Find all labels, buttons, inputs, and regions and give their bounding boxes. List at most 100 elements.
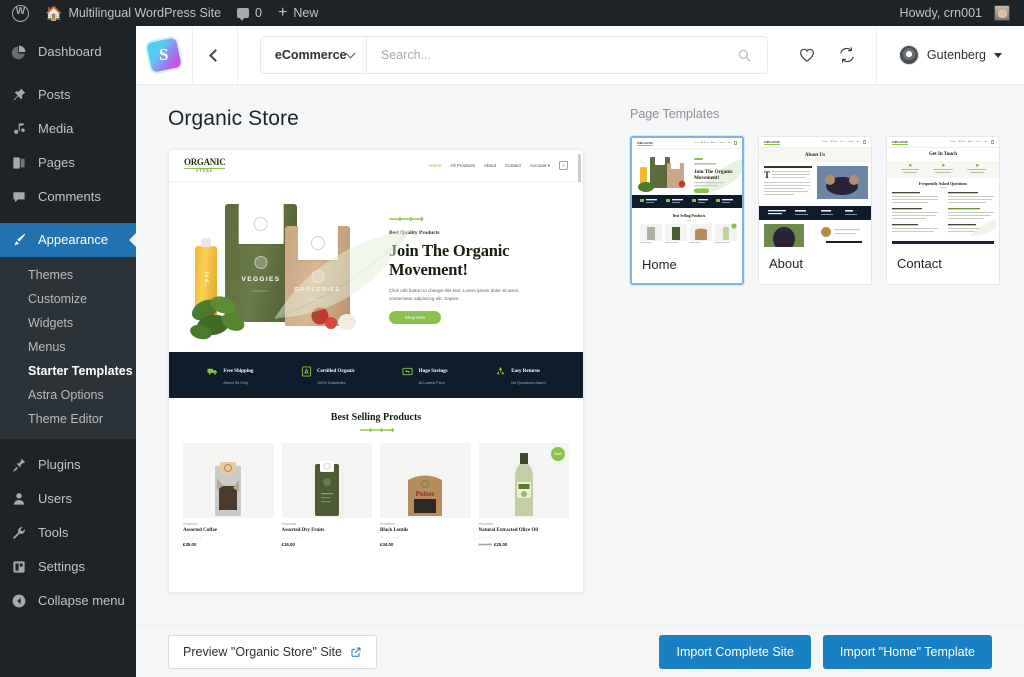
st-footer-bar: Preview "Organic Store" Site Import Comp… [136, 625, 1024, 677]
thumb-about-title: About Us [759, 148, 871, 162]
favorites-button[interactable] [798, 46, 816, 64]
thumb-header: ORGANIC Home All Prod About Contact Acc [759, 137, 871, 148]
plug-icon [9, 456, 29, 474]
sidebar-label: Plugins [38, 457, 81, 473]
sidebar-item-dashboard[interactable]: Dashboard [0, 35, 136, 69]
arrow-accent-icon: ⟶⟶⟶ [359, 425, 395, 435]
truck-icon [206, 366, 218, 378]
cart-icon: 0 [559, 161, 568, 170]
thumb-stats [768, 210, 857, 215]
search-input[interactable] [366, 48, 723, 62]
products-title: Best Selling Products [330, 412, 422, 423]
feature-title: Certified Organic [317, 369, 355, 374]
page-templates-grid: ORGANIC HomeAll ProdAboutContactAcc [630, 136, 1024, 285]
sidebar-item-tools[interactable]: Tools [0, 516, 136, 550]
sidebar-item-posts[interactable]: Posts [0, 78, 136, 112]
submenu-item-themes[interactable]: Themes [0, 263, 136, 287]
dashboard-icon [9, 43, 29, 61]
svg-text:T: T [764, 170, 770, 180]
category-value: eCommerce [274, 48, 347, 62]
home-icon: 🏠 [45, 5, 63, 21]
comment-icon [237, 8, 250, 21]
sidebar-item-media[interactable]: Media [0, 112, 136, 146]
product-price: £34.00 £25.00 [479, 542, 570, 547]
products-grid: Groceries Assorted Coffee ☆☆☆☆☆ £35.00 G… [183, 443, 569, 547]
back-button[interactable] [193, 26, 238, 84]
submenu-item-astra-options[interactable]: Astra Options [0, 383, 136, 407]
site-preview-frame[interactable]: ORGANIC STORE Home All Products About Co… [168, 149, 584, 593]
thumb-features [632, 195, 742, 208]
refresh-button[interactable] [838, 46, 856, 64]
comments-menu[interactable]: 0 [229, 0, 270, 26]
svg-text:⟶: ⟶ [686, 219, 692, 223]
feature-title: Free Shipping [223, 369, 254, 374]
wordpress-logo-icon [12, 4, 29, 22]
product-name: Assorted Dry Fruits [281, 528, 325, 533]
sidebar-item-users[interactable]: Users [0, 482, 136, 516]
feature-item: Certified Organic 100% Guarantee [300, 366, 355, 385]
feature-title: Easy Returns [511, 369, 541, 374]
preview-site-button[interactable]: Preview "Organic Store" Site [168, 634, 377, 669]
media-icon [9, 120, 29, 138]
sidebar-item-settings[interactable]: Settings [0, 550, 136, 584]
product-rating: ☆☆☆☆☆ [183, 535, 203, 540]
template-card-contact[interactable]: ORGANIC Home All Prod About Contact Acc Get … [886, 136, 1000, 285]
import-home-template-button[interactable]: Import "Home" Template [822, 634, 992, 669]
thumb-brand: ORGANIC [764, 139, 781, 145]
site-name-menu[interactable]: 🏠 Multilingual WordPress Site [37, 0, 229, 26]
thumb-hero-art: Join The Organic Movement! [638, 155, 742, 193]
search-icon [739, 49, 751, 61]
page-builder-avatar [898, 45, 919, 65]
submenu-item-theme-editor[interactable]: Theme Editor [0, 407, 136, 431]
st-logo-cell: S [136, 26, 194, 84]
sidebar-label: Settings [38, 559, 85, 575]
product-rating: ☆☆☆☆☆ [380, 535, 400, 540]
sidebar-item-appearance[interactable]: Appearance [0, 223, 136, 257]
thumb-header: ORGANIC Home All Prod About Contact Acc [632, 138, 742, 149]
hero-eyebrow: Best Quality Products [389, 230, 440, 236]
thumb-contact-faq: Frequently Asked Questions ⟶ [887, 178, 999, 244]
product-old-price: £34.00 [478, 542, 492, 547]
thumb-brand: ORGANIC [892, 139, 909, 145]
recycle-icon [494, 366, 506, 378]
settings-icon [9, 558, 29, 576]
heart-icon [800, 48, 814, 62]
preview-nav: Home All Products About Contact Account … [429, 161, 568, 170]
product-card: Groceries Assorted Coffee ☆☆☆☆☆ £35.00 [183, 443, 274, 547]
thumb-products-art: Best Selling Products ⟶ [640, 214, 737, 243]
wp-logo-menu[interactable] [4, 0, 37, 26]
product-image [183, 443, 274, 518]
comments-count: 0 [255, 6, 262, 20]
external-link-icon [351, 647, 361, 657]
feature-sub: Above $5 Only [223, 380, 249, 385]
product-name: Black Lentils [380, 528, 409, 533]
template-card-home[interactable]: ORGANIC HomeAll ProdAboutContactAcc [630, 136, 744, 285]
submenu-item-starter-templates[interactable]: Starter Templates [0, 359, 136, 383]
st-content: Organic Store ORGANIC STORE Home All Pro… [136, 85, 1024, 625]
product-rating: ☆☆☆☆☆ [281, 535, 302, 540]
sidebar-item-plugins[interactable]: Plugins [0, 448, 136, 482]
submenu-item-customize[interactable]: Customize [0, 287, 136, 311]
my-account-menu[interactable]: Howdy, crn001 [892, 0, 1018, 26]
thumb-footer-bar [892, 241, 994, 244]
svg-text:Pulses: Pulses [416, 490, 435, 498]
thumb-brand: ORGANIC [637, 140, 654, 146]
import-complete-site-button[interactable]: Import Complete Site [659, 634, 811, 669]
page-builder-selector[interactable]: Gutenberg [875, 26, 1024, 84]
new-content-menu[interactable]: + New [270, 0, 326, 26]
search-area: eCommerce [238, 26, 790, 84]
template-card-about[interactable]: ORGANIC Home All Prod About Contact Acc Abou… [758, 136, 872, 285]
thumb-products: Best Selling Products ⟶ [632, 208, 742, 248]
submenu-item-menus[interactable]: Menus [0, 335, 136, 359]
sidebar-item-pages[interactable]: Pages [0, 146, 136, 180]
submenu-item-widgets[interactable]: Widgets [0, 311, 136, 335]
preview-site-label: Preview "Organic Store" Site [183, 644, 342, 659]
sidebar-item-comments[interactable]: Comments [0, 180, 136, 214]
category-select[interactable]: eCommerce [261, 37, 366, 73]
savings-icon [402, 366, 414, 378]
thumb-hero: Join The Organic Movement! [632, 149, 742, 195]
user-icon [9, 490, 29, 508]
sidebar-item-collapse[interactable]: Collapse menu [0, 584, 136, 618]
search-button[interactable] [723, 48, 767, 63]
preview-features-bar: Free Shipping Above $5 Only Certified Or… [169, 352, 583, 398]
